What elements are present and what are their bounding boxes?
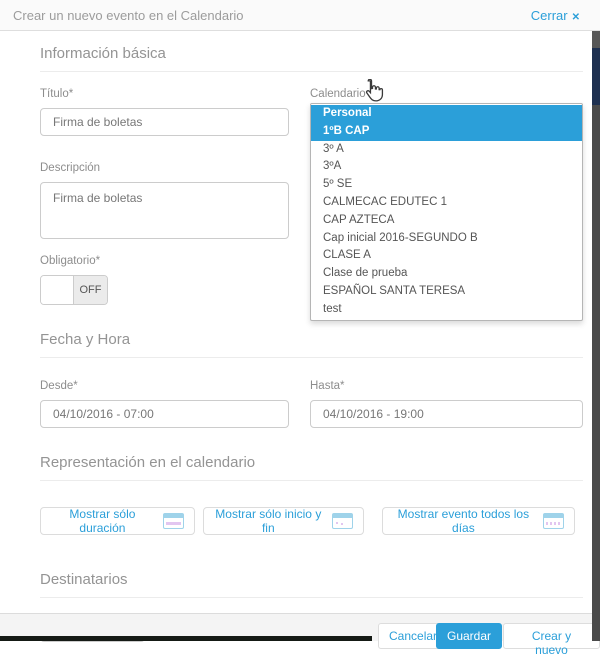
section-date-time: Fecha y Hora (40, 317, 583, 358)
close-icon: ✕ (572, 12, 580, 23)
mandatory-toggle[interactable]: OFF (40, 275, 108, 305)
dropdown-option[interactable]: 1ºB CAP (311, 123, 582, 141)
to-label: Hasta* (310, 380, 583, 392)
title-label: Título* (40, 88, 289, 100)
section-representation: Representación en el calendario (40, 440, 583, 481)
dropdown-option[interactable]: Personal (311, 105, 582, 123)
modal-title: Crear un nuevo evento en el Calendario (13, 8, 244, 23)
calendar-duration-icon (163, 513, 184, 529)
modal-header: Crear un nuevo evento en el Calendario C… (0, 0, 600, 31)
section-recipients: Destinatarios (40, 557, 583, 598)
to-datetime-input[interactable] (310, 400, 583, 428)
dropdown-option[interactable]: Cap inicial 2016-SEGUNDO B (311, 230, 582, 248)
dropdown-option[interactable]: 5º SE (311, 176, 582, 194)
show-start-end-label: Mostrar sólo inicio y fin (214, 507, 323, 535)
dropdown-option[interactable]: 3º A (311, 141, 582, 159)
show-duration-button[interactable]: Mostrar sólo duración (40, 507, 195, 535)
title-input[interactable] (40, 108, 289, 136)
dropdown-option[interactable]: ESPAÑOL SANTA TERESA (311, 283, 582, 301)
dropdown-option[interactable]: CLASE A (311, 247, 582, 265)
toggle-state-label: OFF (74, 276, 107, 304)
dropdown-option[interactable]: 3ºA (311, 158, 582, 176)
page-background-right-strip (592, 31, 600, 641)
dropdown-option[interactable]: CAP AZTECA (311, 212, 582, 230)
from-label: Desde* (40, 380, 289, 392)
show-all-days-button[interactable]: Mostrar evento todos los días (382, 507, 575, 535)
show-duration-label: Mostrar sólo duración (51, 507, 154, 535)
mandatory-label: Obligatorio* (40, 255, 289, 267)
section-basic-info: Información básica (40, 31, 583, 72)
calendar-all-days-icon (543, 513, 564, 529)
close-label: Cerrar (531, 8, 568, 23)
save-button[interactable]: Guardar (436, 623, 502, 649)
dropdown-option[interactable]: Clase de prueba (311, 265, 582, 283)
from-datetime-input[interactable] (40, 400, 289, 428)
calendar-label: Calendario (310, 88, 583, 100)
create-and-new-button[interactable]: Crear y nuevo (503, 623, 600, 649)
calendar-dropdown-list: Personal1ºB CAP3º A3ºA5º SECALMECAC EDUT… (310, 103, 583, 321)
toggle-knob (41, 276, 74, 304)
description-textarea[interactable]: Firma de boletas (40, 182, 289, 239)
page-background-bottom-strip (0, 636, 372, 641)
dropdown-option[interactable]: test (311, 301, 582, 319)
description-label: Descripción (40, 162, 289, 174)
calendar-start-end-icon (332, 513, 353, 529)
show-all-days-label: Mostrar evento todos los días (393, 507, 534, 535)
close-button[interactable]: Cerrar ✕ (531, 8, 580, 23)
dropdown-option[interactable]: CALMECAC EDUTEC 1 (311, 194, 582, 212)
show-start-end-button[interactable]: Mostrar sólo inicio y fin (203, 507, 364, 535)
